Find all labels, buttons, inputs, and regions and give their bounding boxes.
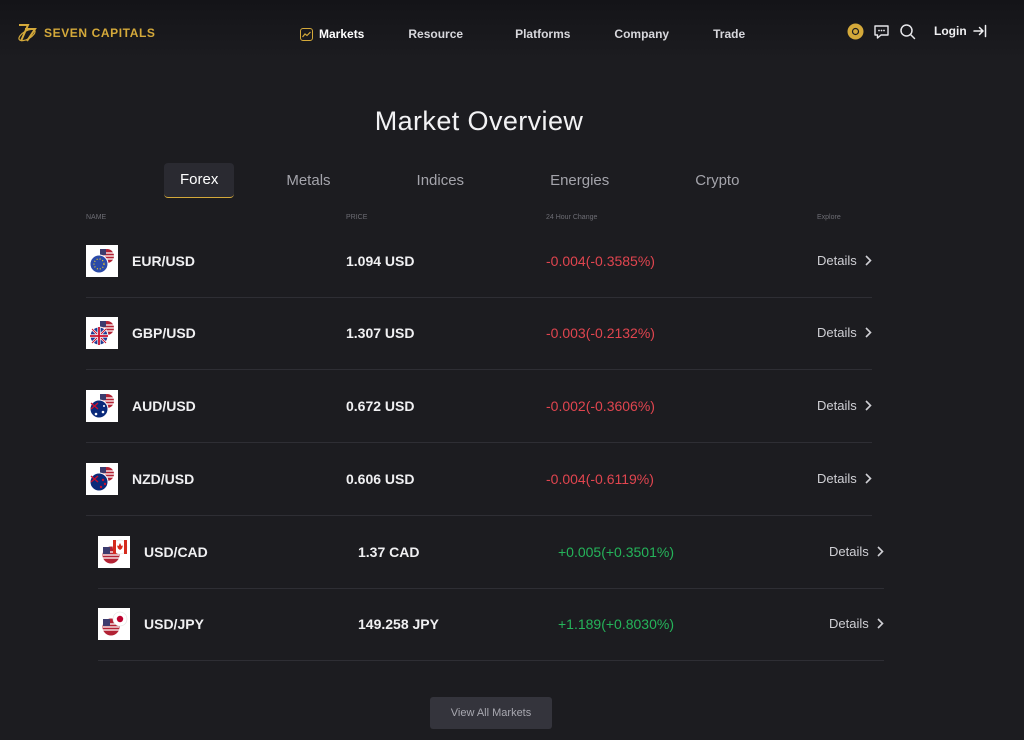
details-link[interactable]: Details bbox=[817, 398, 872, 413]
pair-price: 1.094 USD bbox=[346, 253, 415, 269]
pair-change: -0.004(-0.3585%) bbox=[546, 253, 655, 269]
pair-change: -0.004(-0.6119%) bbox=[546, 471, 654, 487]
tab-indices[interactable]: Indices bbox=[401, 164, 481, 198]
tab-energies[interactable]: Energies bbox=[534, 164, 625, 198]
column-header-change: 24 Hour Change bbox=[546, 214, 598, 221]
seven-capitals-logo-icon bbox=[18, 24, 37, 42]
nav-item-label: Markets bbox=[319, 27, 365, 41]
login-label: Login bbox=[934, 24, 967, 38]
tab-forex[interactable]: Forex bbox=[164, 163, 235, 198]
pair-name: GBP/USD bbox=[132, 325, 196, 341]
nav-item-markets[interactable]: Markets bbox=[300, 24, 364, 44]
chevron-right-icon bbox=[865, 327, 872, 338]
chevron-right-icon bbox=[865, 400, 872, 411]
column-header-price: PRICE bbox=[346, 214, 368, 221]
details-label: Details bbox=[817, 325, 857, 340]
pair-change: -0.003(-0.2132%) bbox=[546, 325, 655, 341]
table-row: EUR/USD 1.094 USD -0.004(-0.3585%) Detai… bbox=[86, 225, 872, 298]
column-header-name: NAME bbox=[86, 214, 107, 221]
chevron-right-icon bbox=[865, 473, 872, 484]
table-row: AUD/USD 0.672 USD -0.002(-0.3606%) Detai… bbox=[86, 370, 872, 443]
pair-name: USD/JPY bbox=[144, 616, 204, 632]
pair-change: -0.002(-0.3606%) bbox=[546, 398, 655, 414]
nav-item-platforms[interactable]: Platforms bbox=[515, 24, 570, 44]
details-label: Details bbox=[817, 398, 857, 413]
main-nav: Markets Resource Platforms Company Trade bbox=[300, 24, 745, 44]
table-row: GBP/USD 1.307 USD -0.003(-0.2132%) Detai… bbox=[86, 297, 872, 370]
pair-name: NZD/USD bbox=[132, 471, 195, 487]
pair-price: 1.307 USD bbox=[346, 325, 415, 341]
nav-item-label: Platforms bbox=[515, 27, 571, 41]
table-row: USD/CAD 1.37 CAD +0.005(+0.3501%) Detail… bbox=[98, 516, 884, 589]
pair-price: 149.258 JPY bbox=[358, 616, 439, 632]
nav-item-label: Company bbox=[614, 27, 670, 41]
pair-price: 1.37 CAD bbox=[358, 544, 420, 560]
pair-name: USD/CAD bbox=[144, 544, 208, 560]
details-label: Details bbox=[829, 616, 869, 631]
details-link[interactable]: Details bbox=[829, 544, 884, 559]
chevron-right-icon bbox=[865, 255, 872, 266]
table-row: USD/JPY 149.258 JPY +1.189(+0.8030%) Det… bbox=[98, 588, 884, 661]
nav-item-trade[interactable]: Trade bbox=[713, 24, 745, 44]
details-label: Details bbox=[817, 471, 857, 486]
site-header: SEVEN CAPITALS Markets Resource Platform… bbox=[0, 0, 1024, 66]
details-link[interactable]: Details bbox=[817, 325, 872, 340]
table-row: NZD/USD 0.606 USD -0.004(-0.6119%) Detai… bbox=[86, 443, 872, 516]
pair-change: +0.005(+0.3501%) bbox=[558, 544, 674, 560]
details-link[interactable]: Details bbox=[829, 616, 884, 631]
pair-name: EUR/USD bbox=[132, 253, 196, 269]
eur-usd-flag-icon bbox=[86, 245, 118, 277]
brand-name: SEVEN CAPITALS bbox=[44, 26, 156, 40]
chat-button[interactable] bbox=[872, 22, 890, 40]
search-icon bbox=[899, 23, 915, 39]
markets-chart-icon bbox=[300, 27, 313, 41]
pair-name: AUD/USD bbox=[132, 398, 196, 414]
details-link[interactable]: Details bbox=[817, 253, 872, 268]
pair-price: 0.606 USD bbox=[346, 471, 415, 487]
nav-item-company[interactable]: Company bbox=[614, 24, 669, 44]
market-tabs: Forex Metals Indices Energies Crypto bbox=[164, 163, 791, 198]
header-tools: Login bbox=[846, 22, 988, 40]
login-arrow-icon bbox=[972, 24, 986, 38]
theme-toggle-button[interactable] bbox=[846, 22, 864, 40]
column-header-explore: Explore bbox=[817, 214, 841, 221]
theme-toggle-icon bbox=[847, 23, 863, 39]
page-title: Market Overview bbox=[374, 106, 584, 136]
pair-price: 0.672 USD bbox=[346, 398, 415, 414]
chevron-right-icon bbox=[877, 546, 884, 557]
details-label: Details bbox=[829, 544, 869, 559]
view-all-markets-button[interactable]: View All Markets bbox=[430, 697, 552, 729]
aud-usd-flag-icon bbox=[86, 390, 118, 422]
gbp-usd-flag-icon bbox=[86, 317, 118, 349]
pair-change: +1.189(+0.8030%) bbox=[558, 616, 674, 632]
nav-item-resource[interactable]: Resource bbox=[408, 24, 463, 44]
search-button[interactable] bbox=[898, 22, 916, 40]
usd-jpy-flag-icon bbox=[98, 608, 130, 640]
brand-logo[interactable]: SEVEN CAPITALS bbox=[16, 22, 156, 44]
tab-metals[interactable]: Metals bbox=[270, 164, 346, 198]
page: SEVEN CAPITALS Markets Resource Platform… bbox=[0, 0, 1024, 740]
nzd-usd-flag-icon bbox=[86, 463, 118, 495]
usd-cad-flag-icon bbox=[98, 536, 130, 568]
tab-crypto[interactable]: Crypto bbox=[679, 164, 755, 198]
nav-item-label: Resource bbox=[408, 27, 464, 41]
details-link[interactable]: Details bbox=[817, 471, 872, 486]
details-label: Details bbox=[817, 253, 857, 268]
login-button[interactable]: Login bbox=[934, 24, 988, 38]
chevron-right-icon bbox=[877, 618, 884, 629]
nav-item-label: Trade bbox=[713, 27, 746, 41]
chat-icon bbox=[873, 24, 889, 39]
